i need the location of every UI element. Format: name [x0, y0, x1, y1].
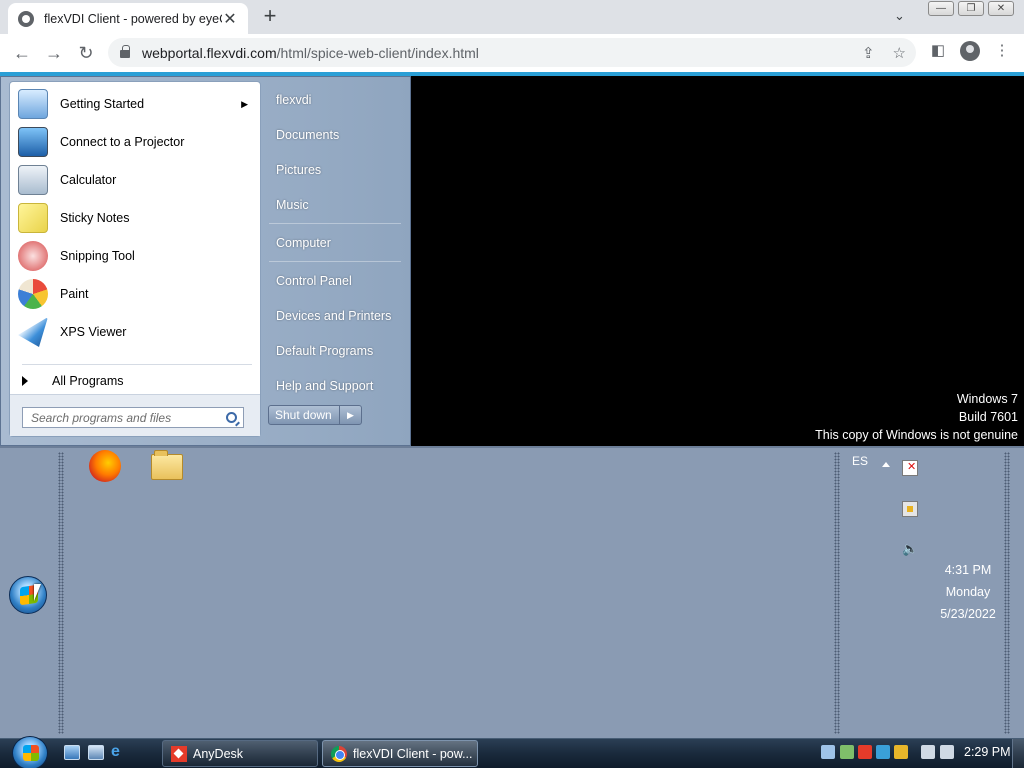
tray-app-icon[interactable] — [840, 745, 854, 759]
profile-avatar-icon[interactable] — [960, 41, 980, 61]
shutdown-options-arrow-icon[interactable]: ▶ — [339, 406, 361, 424]
firefox-icon[interactable] — [89, 450, 121, 482]
sticky-notes-icon — [18, 203, 48, 233]
internet-explorer-icon[interactable]: e — [111, 744, 127, 760]
xps-viewer-icon — [18, 317, 48, 347]
bookmark-star-icon[interactable]: ☆ — [893, 44, 906, 62]
submenu-arrow-icon: ▶ — [241, 98, 248, 109]
globe-icon — [18, 10, 34, 27]
remote-clock-day[interactable]: Monday — [928, 585, 1008, 599]
taskbar-button-anydesk[interactable]: AnyDesk — [162, 740, 318, 767]
shutdown-control: Shut down ▶ — [268, 405, 362, 425]
start-link-default-programs[interactable]: Default Programs — [276, 344, 373, 358]
toolbar-grip[interactable] — [834, 452, 840, 734]
divider — [269, 261, 401, 262]
browser-tab-strip: flexVDI Client - powered by eyeC ✕ + ⌄ —… — [0, 0, 1024, 34]
shutdown-button[interactable]: Shut down — [269, 406, 339, 424]
anydesk-tray-icon[interactable] — [858, 745, 872, 759]
taskbar-button-flexvdi[interactable]: flexVDI Client - pow... — [322, 740, 478, 767]
show-desktop-quicklaunch-icon[interactable] — [64, 745, 80, 760]
divider — [269, 223, 401, 224]
volume-muted-icon[interactable] — [940, 745, 954, 759]
menu-item-getting-started[interactable]: Getting Started ▶ — [10, 86, 260, 122]
language-indicator[interactable]: ES — [852, 454, 868, 468]
start-link-music[interactable]: Music — [276, 198, 309, 212]
windows-logo-icon — [23, 745, 39, 761]
tray-app-icon[interactable] — [894, 745, 908, 759]
new-tab-button[interactable]: + — [258, 5, 282, 29]
anydesk-icon — [171, 745, 187, 762]
menu-item-snipping-tool[interactable]: Snipping Tool — [10, 238, 260, 274]
getting-started-icon — [18, 89, 48, 119]
show-hidden-icons-icon[interactable] — [882, 462, 890, 467]
explorer-quicklaunch-icon[interactable] — [88, 745, 104, 760]
lock-icon[interactable] — [120, 44, 130, 58]
search-icon[interactable] — [226, 412, 237, 423]
tab-close-icon[interactable]: ✕ — [222, 9, 238, 29]
action-center-flag-icon[interactable] — [902, 460, 918, 476]
divider — [22, 364, 252, 365]
back-icon[interactable]: ← — [6, 43, 38, 64]
start-link-devices-printers[interactable]: Devices and Printers — [276, 309, 391, 323]
projector-icon — [18, 127, 48, 157]
menu-item-sticky-notes[interactable]: Sticky Notes — [10, 200, 260, 236]
arrow-right-icon — [22, 376, 28, 386]
start-link-documents[interactable]: Documents — [276, 128, 339, 142]
minimize-button[interactable]: — — [928, 1, 954, 16]
forward-icon[interactable]: → — [38, 43, 70, 64]
start-link-flexvdi[interactable]: flexvdi — [276, 93, 311, 107]
host-start-button[interactable] — [12, 736, 48, 768]
volume-icon[interactable]: 🔈 — [902, 541, 918, 557]
toolbar-grip[interactable] — [58, 452, 64, 734]
tab-search-icon[interactable]: ⌄ — [894, 8, 905, 24]
close-window-button[interactable]: ✕ — [988, 1, 1014, 16]
browser-tab[interactable]: flexVDI Client - powered by eyeC ✕ — [8, 3, 248, 34]
calculator-icon — [18, 165, 48, 195]
side-panel-icon[interactable]: ◧ — [926, 39, 950, 63]
tab-title: flexVDI Client - powered by eyeC — [44, 11, 222, 26]
browser-toolbar: ← → ↻ webportal.flexvdi.com/html/spice-w… — [0, 34, 1024, 72]
tray-app-icon[interactable] — [821, 745, 835, 759]
show-desktop-button[interactable] — [1012, 739, 1024, 768]
window-controls: — ❐ ✕ — [928, 1, 1014, 16]
chrome-icon — [331, 745, 347, 762]
share-icon[interactable]: ⇪ — [862, 44, 875, 62]
url-path: /html/spice-web-client/index.html — [276, 44, 479, 61]
not-genuine-watermark: Windows 7 Build 7601 This copy of Window… — [815, 392, 1018, 442]
remote-start-button[interactable] — [9, 576, 47, 614]
search-area — [10, 394, 260, 436]
url-domain: webportal.flexvdi.com — [142, 44, 277, 61]
mouse-cursor-icon — [34, 584, 41, 601]
kebab-menu-icon[interactable]: ⋮ — [990, 39, 1014, 63]
menu-item-connect-projector[interactable]: Connect to a Projector — [10, 124, 260, 160]
remote-clock-time[interactable]: 4:31 PM — [928, 563, 1008, 577]
menu-item-paint[interactable]: Paint — [10, 276, 260, 312]
start-link-pictures[interactable]: Pictures — [276, 163, 321, 177]
remote-clock-date[interactable]: 5/23/2022 — [928, 607, 1008, 621]
address-bar[interactable]: webportal.flexvdi.com/html/spice-web-cli… — [108, 38, 916, 67]
menu-item-xps-viewer[interactable]: XPS Viewer — [10, 314, 260, 350]
remote-taskbar-area — [0, 446, 1024, 738]
reload-icon[interactable]: ↻ — [70, 43, 102, 64]
scissors-icon — [18, 241, 48, 271]
start-menu: Getting Started ▶ Connect to a Projector… — [0, 76, 411, 446]
folder-icon[interactable] — [151, 450, 183, 480]
search-box[interactable] — [22, 407, 244, 428]
start-menu-programs-pane: Getting Started ▶ Connect to a Projector… — [9, 81, 261, 437]
menu-item-calculator[interactable]: Calculator — [10, 162, 260, 198]
network-icon[interactable] — [902, 501, 918, 517]
host-clock[interactable]: 2:29 PM — [964, 745, 1011, 759]
network-icon[interactable] — [921, 745, 935, 759]
start-link-computer[interactable]: Computer — [276, 236, 331, 250]
paint-palette-icon — [18, 279, 48, 309]
start-link-control-panel[interactable]: Control Panel — [276, 274, 352, 288]
restore-button[interactable]: ❐ — [958, 1, 984, 16]
search-input[interactable] — [31, 410, 226, 425]
tray-app-icon[interactable] — [876, 745, 890, 759]
start-link-help-support[interactable]: Help and Support — [276, 379, 373, 393]
all-programs-button[interactable]: All Programs — [10, 368, 260, 394]
